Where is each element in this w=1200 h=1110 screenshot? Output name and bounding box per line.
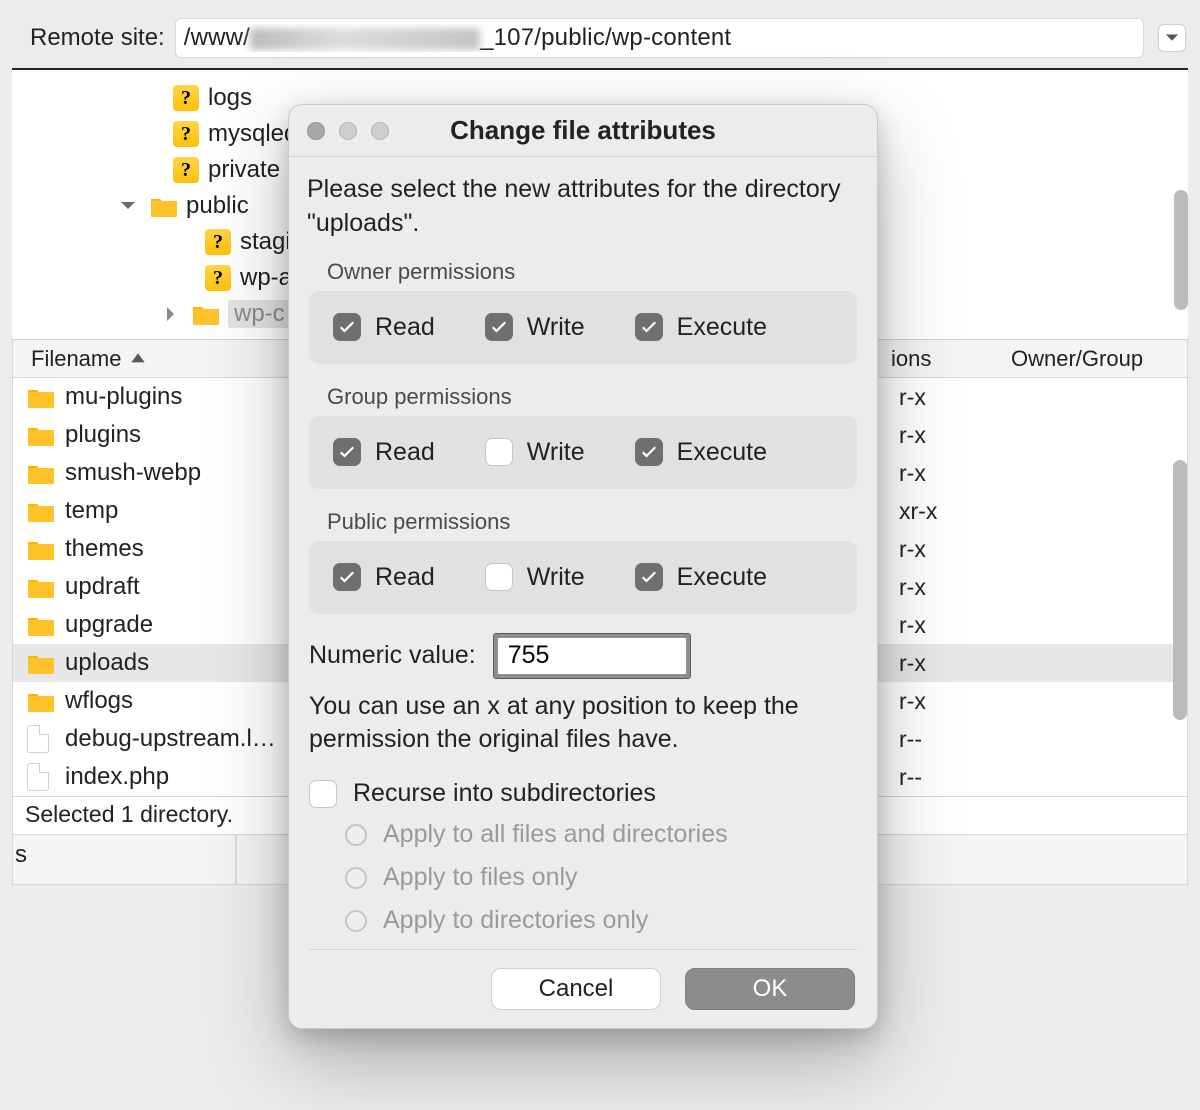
public-write-checkbox[interactable]: Write — [485, 563, 585, 592]
recurse-checkbox[interactable]: Recurse into subdirectories — [309, 779, 857, 808]
radio-icon — [345, 910, 367, 932]
tree-item-label: logs — [208, 84, 252, 112]
file-permissions: r-x — [899, 650, 999, 677]
perm-group-group: Read Write Execute — [309, 416, 857, 489]
ok-button[interactable]: OK — [685, 968, 855, 1010]
perm-group-label: Group permissions — [327, 384, 859, 410]
chevron-down-icon — [120, 198, 136, 214]
checkbox-icon — [309, 780, 337, 808]
col-permissions[interactable]: ions — [891, 346, 991, 372]
owner-read-checkbox[interactable]: Read — [333, 313, 435, 342]
file-permissions: r-x — [899, 612, 999, 639]
file-permissions: r-- — [899, 726, 999, 753]
group-write-checkbox[interactable]: Write — [485, 438, 585, 467]
public-execute-checkbox[interactable]: Execute — [635, 563, 767, 592]
owner-write-checkbox[interactable]: Write — [485, 313, 585, 342]
folder-icon — [150, 194, 178, 218]
window-zoom-icon[interactable] — [371, 122, 389, 140]
checkbox-icon — [485, 313, 513, 341]
cancel-button[interactable]: Cancel — [491, 968, 661, 1010]
perm-group-label: Public permissions — [327, 509, 859, 535]
checkbox-icon — [635, 438, 663, 466]
numeric-value-label: Numeric value: — [309, 641, 476, 670]
window-minimize-icon[interactable] — [339, 122, 357, 140]
scrollbar[interactable] — [1174, 190, 1188, 310]
unknown-folder-icon: ? — [172, 158, 200, 182]
remote-site-bar: Remote site: /www/_107/public/wp-content — [0, 0, 1200, 68]
folder-icon — [27, 574, 59, 600]
file-permissions: r-- — [899, 764, 999, 791]
checkbox-icon — [333, 313, 361, 341]
tree-item-label: private — [208, 156, 280, 184]
recurse-option: Apply to files only — [345, 863, 859, 892]
folder-icon — [27, 498, 59, 524]
folder-icon — [27, 384, 59, 410]
folder-icon — [27, 422, 59, 448]
tree-item-label: public — [186, 192, 249, 220]
sort-asc-icon — [129, 350, 147, 368]
file-icon — [27, 764, 59, 790]
group-read-checkbox[interactable]: Read — [333, 438, 435, 467]
remote-site-label: Remote site: — [30, 24, 165, 52]
chevron-right-icon — [162, 306, 178, 322]
file-permissions: r-x — [899, 422, 999, 449]
unknown-folder-icon: ? — [204, 230, 232, 254]
folder-icon — [27, 536, 59, 562]
radio-icon — [345, 867, 367, 889]
perm-group-label: Owner permissions — [327, 259, 859, 285]
radio-icon — [345, 824, 367, 846]
owner-execute-checkbox[interactable]: Execute — [635, 313, 767, 342]
file-permissions: r-x — [899, 384, 999, 411]
folder-icon — [27, 460, 59, 486]
remote-path-dropdown[interactable] — [1158, 24, 1186, 52]
recurse-option: Apply to directories only — [345, 906, 859, 935]
chevron-down-icon — [1165, 31, 1179, 45]
unknown-folder-icon: ? — [204, 266, 232, 290]
dialog-titlebar[interactable]: Change file attributes — [289, 105, 877, 157]
col-owner-group[interactable]: Owner/Group — [991, 346, 1187, 372]
file-permissions: xr-x — [899, 498, 999, 525]
folder-icon — [27, 688, 59, 714]
numeric-value-input[interactable] — [494, 634, 690, 678]
folder-icon — [27, 650, 59, 676]
file-permissions: r-x — [899, 536, 999, 563]
perm-group-public: Read Write Execute — [309, 541, 857, 614]
checkbox-icon — [333, 438, 361, 466]
folder-icon — [27, 612, 59, 638]
dialog-instructions: Please select the new attributes for the… — [307, 173, 859, 241]
numeric-hint: You can use an x at any position to keep… — [309, 690, 857, 758]
checkbox-icon — [635, 313, 663, 341]
file-permissions: r-x — [899, 460, 999, 487]
col-filename[interactable]: Filename — [31, 346, 121, 372]
file-permissions: r-x — [899, 688, 999, 715]
file-permissions: r-x — [899, 574, 999, 601]
tree-item-label: wp-c — [228, 300, 291, 328]
scrollbar[interactable] — [1173, 460, 1187, 720]
remote-path-input[interactable]: /www/_107/public/wp-content — [175, 18, 1144, 58]
tree-item-label: stagi — [240, 228, 291, 256]
redacted-segment — [250, 28, 480, 50]
perm-group-owner: Read Write Execute — [309, 291, 857, 364]
folder-icon — [192, 302, 220, 326]
checkbox-icon — [635, 563, 663, 591]
tree-item-label: wp-a — [240, 264, 292, 292]
window-close-icon[interactable] — [307, 122, 325, 140]
unknown-folder-icon: ? — [172, 86, 200, 110]
checkbox-icon — [485, 438, 513, 466]
change-attributes-dialog: Change file attributes Please select the… — [288, 104, 878, 1029]
checkbox-icon — [333, 563, 361, 591]
public-read-checkbox[interactable]: Read — [333, 563, 435, 592]
unknown-folder-icon: ? — [172, 122, 200, 146]
group-execute-checkbox[interactable]: Execute — [635, 438, 767, 467]
tree-item-label: mysqled — [208, 120, 297, 148]
recurse-option: Apply to all files and directories — [345, 820, 859, 849]
checkbox-icon — [485, 563, 513, 591]
file-icon — [27, 726, 59, 752]
